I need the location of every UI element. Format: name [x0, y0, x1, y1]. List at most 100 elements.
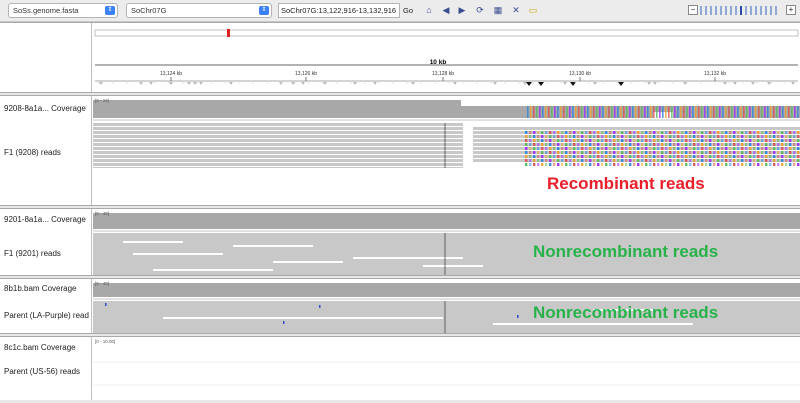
feature-marks	[98, 82, 795, 86]
current-region-marker	[227, 29, 230, 37]
feature-marker	[733, 82, 737, 85]
back-icon[interactable]: ◀	[440, 4, 452, 16]
coverage-track-label[interactable]: 9201-8a1a... Coverage	[4, 215, 86, 224]
read	[93, 123, 463, 126]
nonrecombinant-annotation-1: Nonrecombinant reads	[533, 242, 719, 261]
track-name-column: 8c1c.bam Coverage Parent (US-56) reads	[0, 337, 92, 400]
ruler-tick-label: 13,132 kb	[704, 71, 726, 77]
variant-marker	[618, 82, 624, 86]
genome-select-value: SoSs.genome.fasta	[13, 6, 79, 15]
ruler-name-column	[0, 23, 92, 92]
coverage-range: [0 - 10.00]	[95, 339, 116, 344]
track-data-8b1b[interactable]: [0 - 40] Nonrecombinant reads	[93, 279, 800, 333]
read	[93, 163, 463, 166]
recombinant-annotation: Recombinant reads	[547, 174, 705, 193]
variant-marker	[538, 82, 544, 86]
chevron-down-icon: ⇕	[105, 6, 115, 15]
feature-marker	[199, 82, 203, 85]
feature-marker	[193, 82, 197, 85]
zoom-in-button[interactable]: +	[786, 5, 796, 15]
coverage-track-label[interactable]: 9208-8a1a... Coverage	[4, 104, 86, 113]
read	[93, 131, 463, 134]
feature-marker	[149, 82, 153, 85]
read	[93, 151, 463, 154]
track-panel-9201: 9201-8a1a... Coverage F1 (9201) reads [0…	[0, 208, 800, 276]
close-icon[interactable]: ✕	[510, 4, 522, 16]
forward-icon[interactable]: ▶	[456, 4, 468, 16]
alignment-svg-8c1c	[93, 361, 800, 386]
chevron-down-icon: ⇕	[259, 6, 269, 15]
popup-text-icon[interactable]: ▭	[527, 4, 539, 16]
span-label: 10 kb	[430, 59, 447, 66]
reads-track-label[interactable]: F1 (9208) reads	[4, 148, 61, 157]
track-data-9201[interactable]: [0 - 48] Nonrecombinant reads	[93, 209, 800, 275]
reads-track-label[interactable]: Parent (US-56) reads	[4, 367, 80, 376]
ruler-area[interactable]: 10 kb 13,124 kb 13,126 kb 13,128 kb 13,130 …	[93, 23, 800, 92]
track-panel-8c1c: 8c1c.bam Coverage Parent (US-56) reads […	[0, 336, 800, 400]
track-data-9208[interactable]: [0 - 16] Recombinant reads	[93, 96, 800, 205]
ruler-panel: 10 kb 13,124 kb 13,126 kb 13,128 kb 13,130 …	[0, 22, 800, 93]
refresh-icon[interactable]: ⟳	[474, 4, 486, 16]
ruler-tick-label: 13,128 kb	[432, 71, 454, 77]
coverage-track-label[interactable]: 8c1c.bam Coverage	[4, 343, 76, 352]
feature-marker	[563, 82, 567, 85]
mismatch	[105, 303, 107, 306]
feature-marker	[653, 82, 657, 85]
feature-marker	[353, 82, 357, 85]
read	[93, 143, 463, 146]
ruler-tick-label: 13,124 kb	[160, 71, 182, 77]
go-button[interactable]: Go	[401, 3, 415, 18]
feature-marker	[373, 82, 377, 85]
chromosome-ideogram	[94, 29, 799, 37]
coverage-range: [0 - 16]	[95, 98, 110, 103]
feature-marker	[647, 82, 651, 85]
mismatch	[517, 315, 519, 318]
read	[93, 159, 463, 162]
read	[93, 135, 463, 138]
chromosome-select[interactable]: SoChr07G ⇕	[126, 3, 272, 18]
feature-marker	[99, 82, 103, 85]
zoom-slider[interactable]	[700, 6, 780, 15]
coverage-block	[93, 213, 800, 229]
feature-marker	[291, 82, 295, 85]
track-panel-9208: 9208-8a1a... Coverage F1 (9208) reads [0…	[0, 95, 800, 206]
coverage-block	[93, 100, 461, 118]
coverage-range: [0 - 40]	[95, 281, 110, 286]
ruler-icon[interactable]: ▦	[492, 4, 504, 16]
coverage-range: [0 - 48]	[95, 211, 110, 216]
feature-marker	[453, 82, 457, 85]
track-name-column: 9201-8a1a... Coverage F1 (9201) reads	[0, 209, 92, 275]
feature-marker	[187, 82, 191, 85]
track-data-8c1c[interactable]: [0 - 10.00]	[93, 337, 800, 400]
feature-marker	[411, 82, 415, 85]
read	[93, 139, 463, 142]
read	[93, 127, 463, 130]
coverage-track-label[interactable]: 8b1b.bam Coverage	[4, 284, 77, 293]
ruler-tick-label: 13,126 kb	[295, 71, 317, 77]
feature-marker	[169, 82, 173, 85]
locus-input[interactable]: SoChr07G:13,122,916-13,132,916	[278, 3, 400, 18]
track-name-column: 9208-8a1a... Coverage F1 (9208) reads	[0, 96, 92, 205]
zoom-out-button[interactable]: −	[688, 5, 698, 15]
feature-marker	[593, 82, 597, 85]
feature-marker	[751, 82, 755, 85]
track-panel-8b1b: 8b1b.bam Coverage Parent (LA-Purple) rea…	[0, 278, 800, 334]
variant-marker	[526, 82, 532, 86]
ruler-svg: 10 kb 13,124 kb 13,126 kb 13,128 kb 13,130 …	[94, 29, 799, 86]
ruler-ticks: 13,124 kb 13,126 kb 13,128 kb 13,130 kb 13,1…	[160, 71, 726, 81]
feature-marker	[301, 82, 305, 85]
home-icon[interactable]: ⌂	[423, 4, 435, 16]
chromosome-select-value: SoChr07G	[131, 6, 167, 15]
feature-marker	[723, 82, 727, 85]
feature-marker	[323, 82, 327, 85]
ruler-tick-label: 13,130 kb	[569, 71, 591, 77]
read	[93, 155, 463, 158]
read	[93, 147, 463, 150]
reads-track-label[interactable]: F1 (9201) reads	[4, 249, 61, 258]
reads-track-label[interactable]: Parent (LA-Purple) read	[4, 311, 89, 320]
track-name-column: 8b1b.bam Coverage Parent (LA-Purple) rea…	[0, 279, 92, 333]
toolbar: SoSs.genome.fasta ⇕ SoChr07G ⇕ SoChr07G:…	[0, 0, 800, 22]
nonrecombinant-annotation-2: Nonrecombinant reads	[533, 303, 719, 322]
feature-marker	[767, 82, 771, 85]
genome-select[interactable]: SoSs.genome.fasta ⇕	[8, 3, 118, 18]
